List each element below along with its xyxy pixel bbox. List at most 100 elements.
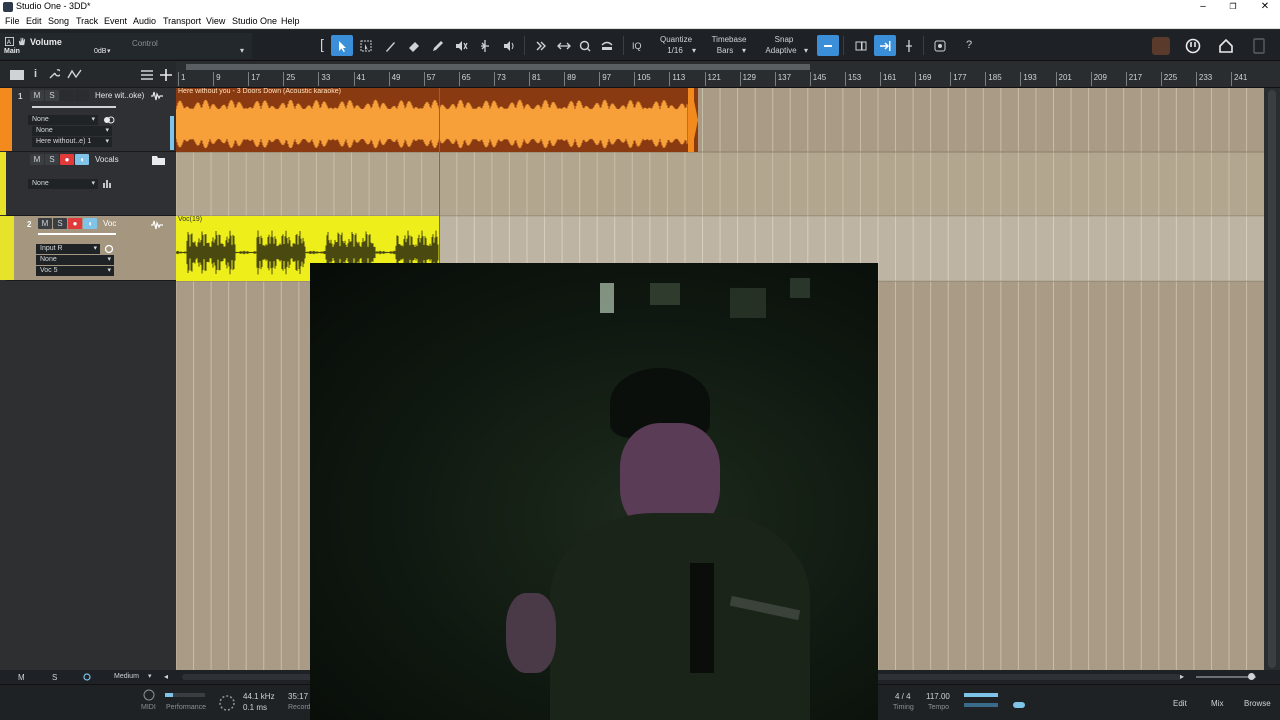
quantize-q-button[interactable] bbox=[574, 35, 596, 56]
split-tool-button[interactable] bbox=[379, 35, 401, 56]
track-name[interactable]: Here wit..oke) bbox=[95, 91, 144, 100]
track-solo-button[interactable]: S bbox=[53, 218, 67, 229]
nudge-button[interactable] bbox=[530, 35, 552, 56]
menu-file[interactable]: File bbox=[5, 16, 20, 26]
follow-button[interactable] bbox=[874, 35, 896, 56]
vertical-scrollbar[interactable] bbox=[1264, 88, 1280, 670]
zoom-slider-handle[interactable] bbox=[1248, 673, 1255, 680]
track-list-icon[interactable] bbox=[10, 70, 24, 80]
track-row-folder-vocals[interactable]: M S ● ◖ Vocals None bbox=[0, 152, 176, 216]
power-icon[interactable] bbox=[1185, 38, 1201, 54]
help-button[interactable]: ? bbox=[966, 39, 972, 51]
track-monitor-button[interactable]: ◖ bbox=[83, 218, 97, 229]
home-icon[interactable] bbox=[1218, 38, 1234, 54]
track-record-button[interactable]: ● bbox=[60, 154, 74, 165]
track-solo-button[interactable]: S bbox=[45, 90, 59, 101]
page-icon[interactable] bbox=[1253, 38, 1265, 54]
scroll-right-icon[interactable]: ▸ bbox=[1180, 672, 1184, 681]
track-mute-button[interactable]: M bbox=[30, 154, 44, 165]
track-monitor-button[interactable]: ◖ bbox=[75, 154, 89, 165]
eraser-tool-button[interactable] bbox=[403, 35, 425, 56]
iq-button[interactable]: IQ bbox=[632, 41, 642, 51]
autoscroll-button[interactable] bbox=[850, 35, 872, 56]
track-height-select[interactable]: Medium bbox=[114, 673, 139, 680]
listen-tool-button[interactable] bbox=[498, 35, 520, 56]
track-height-dropdown-icon[interactable]: ▾ bbox=[148, 672, 152, 680]
zoom-fit-button[interactable] bbox=[929, 35, 951, 56]
stretch-button[interactable] bbox=[553, 35, 575, 56]
bars-icon[interactable] bbox=[103, 180, 113, 188]
menu-transport[interactable]: Transport bbox=[163, 16, 201, 26]
volume-control[interactable]: A Volume Main 0dB ▾ Control ▾ bbox=[0, 33, 252, 59]
range-tool-button[interactable] bbox=[355, 35, 377, 56]
inspector-icon[interactable]: i bbox=[34, 68, 37, 80]
metronome-bar[interactable] bbox=[964, 703, 998, 707]
click-volume-bar[interactable] bbox=[964, 693, 998, 697]
menu-help[interactable]: Help bbox=[281, 16, 300, 26]
automation-icon[interactable] bbox=[67, 68, 83, 80]
menu-edit[interactable]: Edit bbox=[26, 16, 42, 26]
mix-view-button[interactable]: Mix bbox=[1211, 699, 1223, 708]
timeline-ruler[interactable]: 1 9 17 25 33 41 49 57 65 73 81 89 97 105 113 121 129 137 1… bbox=[176, 62, 1280, 88]
track-name[interactable]: Vocals bbox=[95, 155, 119, 164]
track-input-field[interactable]: None bbox=[28, 179, 98, 189]
track-name[interactable]: Voc bbox=[103, 219, 116, 228]
playhead-cursor[interactable] bbox=[439, 88, 440, 281]
groove-button[interactable] bbox=[596, 35, 618, 56]
track-row-2[interactable]: 2 M S ● ◖ Voc Input R None Voc 5 bbox=[0, 216, 176, 281]
track-layer-field[interactable]: Here without..e) 1 bbox=[32, 137, 112, 147]
snap-toggle-button[interactable] bbox=[817, 35, 839, 56]
track-input-field[interactable]: None bbox=[28, 115, 98, 125]
loop-range-bar[interactable] bbox=[186, 64, 810, 70]
quantize-dropdown-icon[interactable]: ▾ bbox=[692, 46, 696, 55]
track-input-field[interactable]: Input R bbox=[36, 244, 100, 254]
track-monitor-button[interactable] bbox=[75, 90, 89, 101]
volume-fader[interactable] bbox=[32, 106, 116, 108]
event-end-handle[interactable] bbox=[688, 88, 698, 152]
control-dropdown-icon[interactable]: ▾ bbox=[240, 46, 244, 55]
global-mute-button[interactable]: M bbox=[18, 673, 25, 682]
tempo-value[interactable]: 117.00 bbox=[926, 692, 950, 701]
track-solo-button[interactable]: S bbox=[45, 154, 59, 165]
menu-lines-icon[interactable] bbox=[141, 70, 153, 80]
global-monitor-icon[interactable] bbox=[83, 673, 91, 681]
scroll-left-icon[interactable]: ◂ bbox=[164, 672, 168, 681]
track-mute-button[interactable]: M bbox=[30, 90, 44, 101]
metronome-toggle[interactable] bbox=[1013, 702, 1025, 708]
track-row-1[interactable]: 1 M S Here wit..oke) None None Here with… bbox=[0, 88, 176, 152]
folder-icon[interactable] bbox=[152, 155, 165, 165]
menu-track[interactable]: Track bbox=[76, 16, 98, 26]
cursor-follows-button[interactable] bbox=[898, 35, 920, 56]
menu-audio[interactable]: Audio bbox=[133, 16, 156, 26]
timebase-dropdown-icon[interactable]: ▾ bbox=[742, 46, 746, 55]
minimize-button[interactable]: – bbox=[1188, 0, 1218, 15]
restore-button[interactable]: ❐ bbox=[1218, 0, 1248, 15]
edit-view-button[interactable]: Edit bbox=[1173, 699, 1187, 708]
bend-tool-button[interactable] bbox=[474, 35, 496, 56]
close-button[interactable]: ✕ bbox=[1250, 0, 1280, 15]
track-output-field[interactable]: None bbox=[32, 126, 112, 136]
menu-studio-one[interactable]: Studio One bbox=[232, 16, 277, 26]
wrench-icon[interactable] bbox=[48, 68, 60, 80]
scrollbar-thumb[interactable] bbox=[1268, 90, 1276, 668]
track-record-button[interactable]: ● bbox=[68, 218, 82, 229]
snap-dropdown-icon[interactable]: ▾ bbox=[804, 46, 808, 55]
track-record-button[interactable] bbox=[60, 90, 74, 101]
volume-fader[interactable] bbox=[38, 233, 116, 235]
track-layer-field[interactable]: Voc 5 bbox=[36, 266, 114, 276]
menu-event[interactable]: Event bbox=[104, 16, 127, 26]
input-monitor-icon[interactable] bbox=[104, 244, 114, 254]
track-mute-button[interactable]: M bbox=[38, 218, 52, 229]
link-toggle-icon[interactable] bbox=[103, 115, 115, 125]
browse-view-button[interactable]: Browse bbox=[1244, 699, 1271, 708]
track-output-field[interactable]: None bbox=[36, 255, 114, 265]
zoom-slider[interactable] bbox=[1196, 676, 1256, 678]
audio-event-karaoke[interactable]: Here without you - 3 Doors Down (Acousti… bbox=[176, 88, 698, 152]
add-track-icon[interactable] bbox=[160, 69, 172, 81]
arrow-tool-button[interactable] bbox=[331, 35, 353, 56]
snap-value[interactable]: Adaptive bbox=[762, 46, 800, 55]
time-signature[interactable]: 4 / 4 bbox=[895, 692, 911, 701]
quantize-value[interactable]: 1/16 bbox=[660, 46, 690, 55]
paint-tool-button[interactable] bbox=[427, 35, 449, 56]
menu-view[interactable]: View bbox=[206, 16, 225, 26]
